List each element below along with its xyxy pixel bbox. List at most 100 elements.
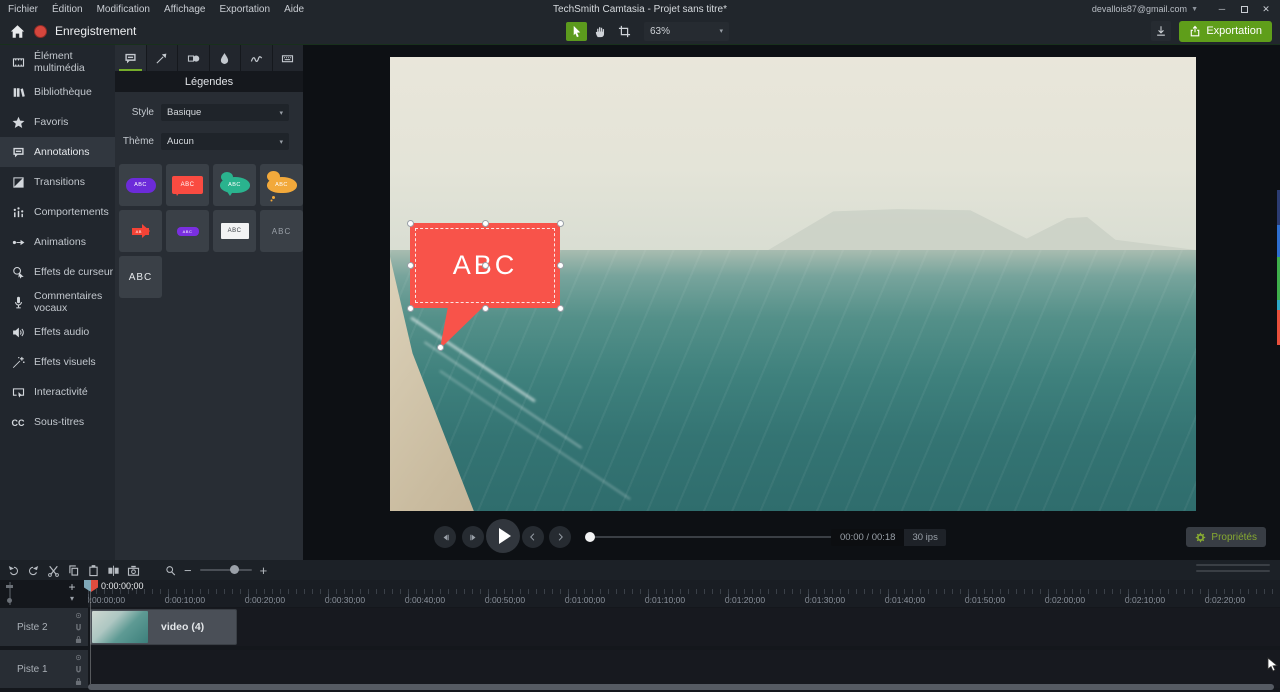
track-lock-icon[interactable] (74, 634, 83, 645)
timeline-hscrollbar[interactable] (88, 684, 1274, 690)
sidebar-item-bibliotheque[interactable]: Bibliothèque (0, 77, 115, 107)
menu-item-aide[interactable]: Aide (284, 4, 304, 15)
selection-handle[interactable] (406, 219, 414, 227)
selection-handle[interactable] (406, 261, 414, 269)
sidebar-item-element-multimedia[interactable]: Élément multimédia (0, 47, 115, 77)
scrubber-handle[interactable] (585, 532, 595, 542)
menu-item-edition[interactable]: Édition (52, 4, 83, 15)
annotation-tile-red-bubble[interactable]: ABC (166, 164, 209, 206)
canvas-zoom-select[interactable]: 63% ▾ (644, 21, 729, 41)
undo-button[interactable] (4, 561, 23, 579)
selection-handle[interactable] (556, 304, 564, 312)
properties-button[interactable]: Propriétés (1186, 527, 1266, 547)
video-clip[interactable]: video (4) (90, 609, 237, 645)
step-forward-button[interactable] (462, 526, 484, 548)
collapse-tracks-button[interactable]: ▾ (64, 592, 80, 605)
annotation-tile-yellow-cloud[interactable]: ABC (260, 164, 303, 206)
maximize-button[interactable] (1234, 1, 1254, 17)
download-button[interactable] (1151, 21, 1172, 41)
sidebar-item-sous-titres[interactable]: CC Sous-titres (0, 407, 115, 437)
annotation-tile-white-rect[interactable]: ABC (213, 210, 256, 252)
menu-item-fichier[interactable]: Fichier (8, 4, 38, 15)
zoom-out-button[interactable]: − (184, 563, 192, 578)
scrubber-track[interactable] (589, 536, 833, 538)
tab-sketch[interactable] (241, 45, 273, 71)
cut-button[interactable] (44, 561, 63, 579)
menu-item-exportation[interactable]: Exportation (219, 4, 270, 15)
menu-item-modification[interactable]: Modification (97, 4, 150, 15)
sidebar-item-annotations[interactable]: Annotations (0, 137, 115, 167)
track-header: Piste 2 (0, 608, 88, 646)
selection-handle[interactable] (556, 261, 564, 269)
track-lock-icon[interactable] (74, 676, 83, 687)
redo-button[interactable] (24, 561, 43, 579)
timeline-zoom-slider[interactable] (199, 565, 252, 574)
selection-handle[interactable] (436, 343, 444, 351)
selection-handle[interactable] (406, 304, 414, 312)
selection-handle[interactable] (481, 219, 489, 227)
playhead[interactable]: 0:00:00;00 (84, 580, 144, 592)
sidebar-item-favoris[interactable]: Favoris (0, 107, 115, 137)
cursor-tool-button[interactable] (566, 21, 587, 41)
annotation-tile-purple[interactable]: ABC (119, 164, 162, 206)
tab-arrow[interactable] (147, 45, 178, 71)
minimize-button[interactable]: ─ (1212, 1, 1232, 17)
next-button[interactable] (549, 526, 571, 548)
sidebar-item-animations[interactable]: Animations (0, 227, 115, 257)
track-lane[interactable]: video (4) (90, 608, 1280, 646)
track-lane[interactable] (90, 650, 1280, 688)
play-button[interactable] (486, 519, 520, 553)
record-button[interactable]: Enregistrement (34, 24, 136, 38)
annotation-tile-teal-cloud[interactable]: ABC (213, 164, 256, 206)
zoom-in-button[interactable]: + (260, 563, 268, 578)
chevron-down-icon: ▾ (719, 28, 723, 35)
track-magnet-icon[interactable] (74, 664, 83, 675)
annotation-tile-red-arrow[interactable]: ABC (119, 210, 162, 252)
menu-item-affichage[interactable]: Affichage (164, 4, 206, 15)
hand-tool-button[interactable] (590, 22, 611, 41)
sidebar-item-comportements[interactable]: Comportements (0, 197, 115, 227)
tab-callout[interactable] (115, 45, 147, 71)
ruler-label: 0:01:20;00 (724, 595, 766, 605)
copy-button[interactable] (64, 561, 83, 579)
annotation-tile-purple-small[interactable]: ABC (166, 210, 209, 252)
sidebar-item-effets-de-curseur[interactable]: Effets de curseur (0, 257, 115, 287)
tab-blur[interactable] (210, 45, 241, 71)
account-menu[interactable]: devallois87@gmail.com ▼ (1092, 4, 1198, 14)
crop-tool-button[interactable] (614, 22, 635, 41)
selection-handle[interactable] (481, 261, 489, 269)
home-icon[interactable] (10, 24, 25, 39)
sidebar-item-effets-audio[interactable]: Effets audio (0, 317, 115, 347)
main-toolbar: Enregistrement 63% ▾ Exportation (0, 18, 1280, 45)
track-height-slider[interactable] (5, 582, 15, 605)
tab-keystroke[interactable] (273, 45, 304, 71)
playhead-out-marker[interactable] (91, 580, 98, 592)
paste-button[interactable] (84, 561, 103, 579)
sidebar-item-effets-visuels[interactable]: Effets visuels (0, 347, 115, 377)
step-back-button[interactable] (434, 526, 456, 548)
video-canvas[interactable]: ABC (390, 57, 1196, 511)
timeline-resize-grip[interactable] (1196, 564, 1270, 572)
track-eye-icon[interactable] (74, 652, 83, 663)
sidebar-item-interactivite[interactable]: Interactivité (0, 377, 115, 407)
camera-button[interactable] (124, 561, 143, 579)
sidebar-item-transitions[interactable]: Transitions (0, 167, 115, 197)
export-button[interactable]: Exportation (1179, 20, 1272, 42)
previous-button[interactable] (522, 526, 544, 548)
track-eye-icon[interactable] (74, 610, 83, 621)
close-button[interactable]: ✕ (1256, 1, 1276, 17)
split-button[interactable] (104, 561, 123, 579)
selection-handle[interactable] (481, 304, 489, 312)
sidebar-item-commentaires-vocaux[interactable]: Commentaires vocaux (0, 287, 115, 317)
theme-select[interactable]: Aucun ▾ (161, 133, 289, 150)
track-magnet-icon[interactable] (74, 622, 83, 633)
style-select[interactable]: Basique ▾ (161, 104, 289, 121)
timeline-ruler[interactable]: 0:00:00;00 0:00:10;00 0:00:20;00 0:00:30;00… (85, 580, 1280, 607)
annotation-tile-plain-gray[interactable]: ABC (260, 210, 303, 252)
selection-handle[interactable] (556, 219, 564, 227)
canvas-tools: 63% ▾ (566, 21, 729, 41)
playhead-in-marker[interactable] (84, 580, 91, 592)
annotation-tile-plain-white[interactable]: ABC (119, 256, 162, 298)
tab-shapes[interactable] (178, 45, 210, 71)
zoom-slider-handle[interactable] (229, 565, 239, 574)
